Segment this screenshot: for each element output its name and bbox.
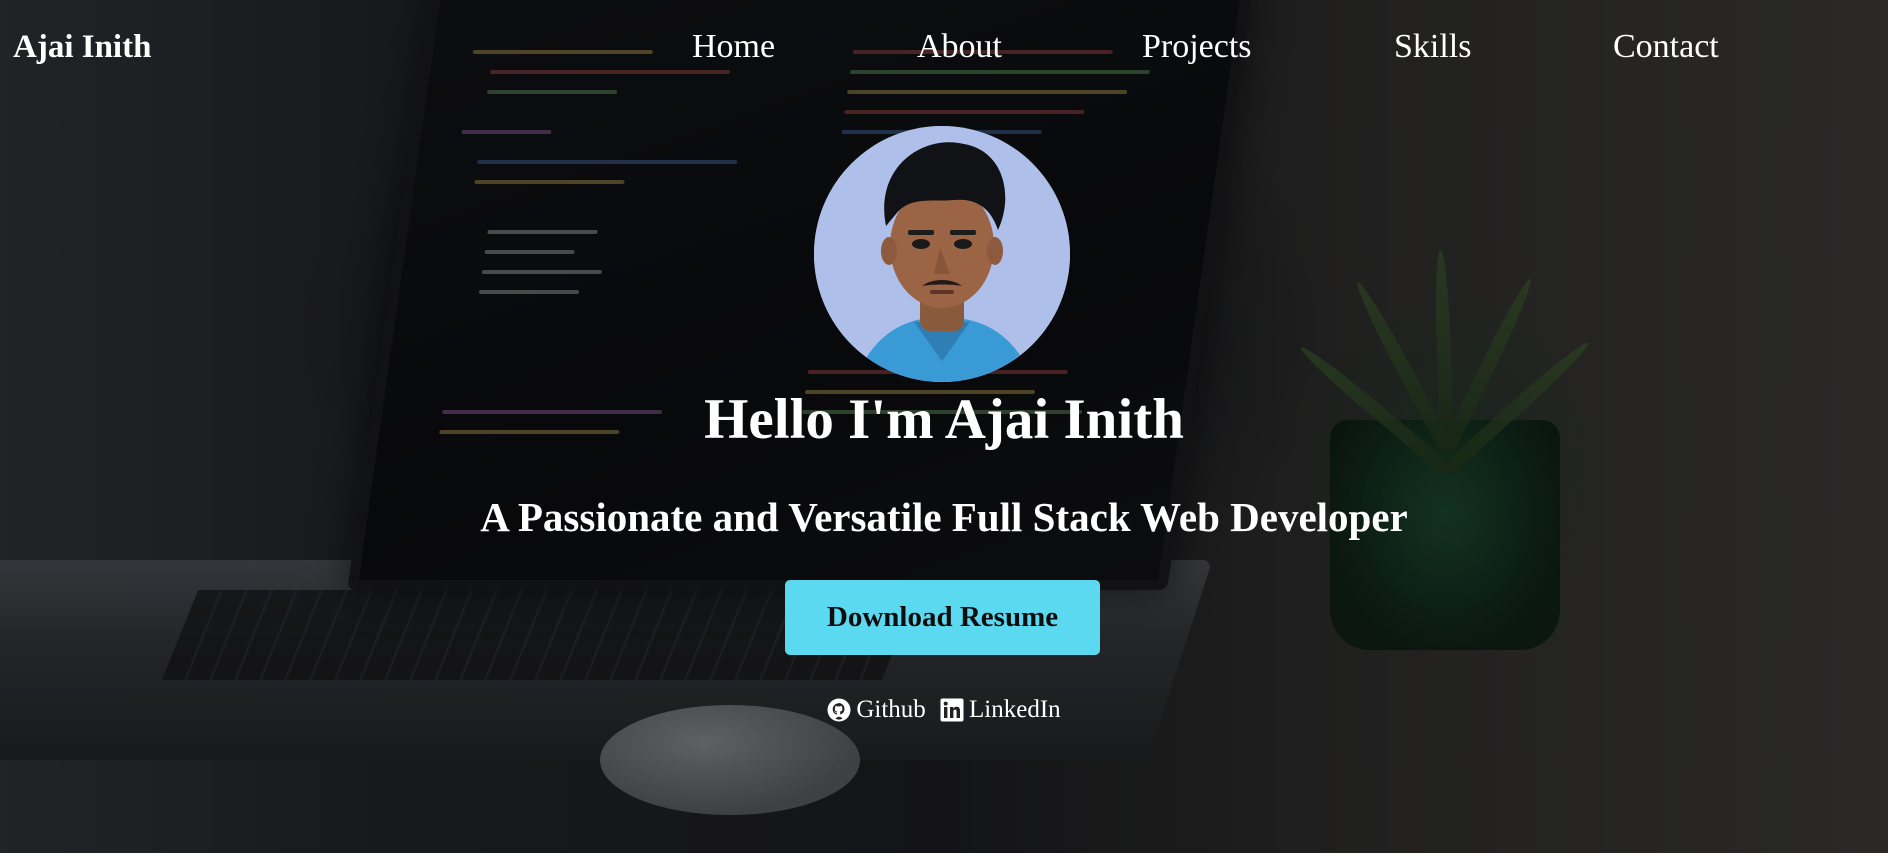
hero-section: Ajai Inith Home About Projects Skills Co…	[0, 0, 1888, 853]
github-icon	[827, 698, 851, 722]
nav-link-home[interactable]: Home	[692, 27, 775, 67]
nav-link-contact[interactable]: Contact	[1613, 27, 1719, 67]
profile-avatar	[814, 126, 1070, 382]
nav-link-skills[interactable]: Skills	[1394, 27, 1471, 67]
hero-headline: Hello I'm Ajai Inith	[704, 388, 1184, 451]
linkedin-label: LinkedIn	[969, 696, 1061, 723]
linkedin-icon	[940, 698, 964, 722]
hero-subheadline: A Passionate and Versatile Full Stack We…	[480, 494, 1408, 540]
nav-link-about[interactable]: About	[917, 27, 1002, 67]
github-link[interactable]: Github	[827, 692, 926, 728]
github-label: Github	[856, 696, 926, 723]
nav-link-projects[interactable]: Projects	[1142, 27, 1252, 67]
social-links: Github LinkedIn	[0, 692, 1888, 733]
profile-photo-icon	[814, 126, 1070, 382]
download-resume-button[interactable]: Download Resume	[785, 580, 1100, 655]
brand-logo[interactable]: Ajai Inith	[13, 27, 151, 67]
linkedin-link[interactable]: LinkedIn	[940, 692, 1061, 728]
